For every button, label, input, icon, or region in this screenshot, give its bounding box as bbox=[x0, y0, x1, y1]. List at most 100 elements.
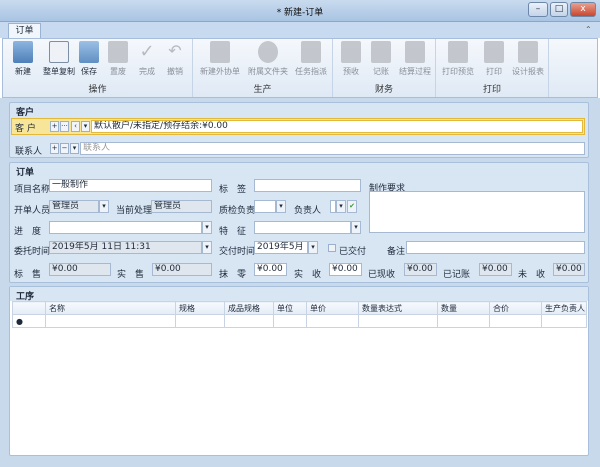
progress-input[interactable] bbox=[49, 221, 202, 234]
table-cell[interactable] bbox=[358, 314, 438, 328]
delivered-checkbox[interactable] bbox=[328, 244, 336, 252]
column-header[interactable]: 数量 bbox=[437, 301, 490, 315]
minimize-button[interactable]: – bbox=[528, 2, 548, 17]
table-row-new[interactable]: ● bbox=[12, 314, 587, 328]
browse-customer-button[interactable]: ··· bbox=[60, 121, 69, 132]
discount-input[interactable]: ¥0.00 bbox=[254, 263, 287, 276]
group-print: 打印预览 打印 设计报表 打印 bbox=[436, 39, 549, 97]
delivery-time-dropdown[interactable]: ▾ bbox=[308, 241, 318, 254]
group-production: 新建外协单 附属文件夹 任务指派 生产 bbox=[193, 39, 333, 97]
delivery-time-input[interactable]: 2019年5月 12 bbox=[254, 241, 308, 254]
column-header[interactable]: 合价 bbox=[489, 301, 542, 315]
creator-input[interactable]: 管理员 bbox=[49, 200, 99, 213]
table-cell[interactable] bbox=[273, 314, 307, 328]
received-input[interactable]: ¥0.00 bbox=[329, 263, 362, 276]
new-icon bbox=[13, 41, 33, 63]
actual-price-label: 实 售 bbox=[117, 270, 145, 280]
remark-label: 备注 bbox=[387, 247, 406, 257]
qc-dropdown[interactable]: ▾ bbox=[276, 200, 286, 213]
project-name-input[interactable]: 一般制作 bbox=[49, 179, 212, 192]
undo-icon: ↶ bbox=[168, 41, 182, 60]
section-header bbox=[10, 287, 588, 301]
customer-label: 客 户 bbox=[15, 124, 36, 134]
ribbon: 新建 整单复制 保存 置废 ✓ 完成 ↶ 撤销 操作 新建外协单 附属文件夹 任务指… bbox=[2, 38, 598, 98]
requirements-textarea[interactable] bbox=[369, 191, 585, 233]
undo-button[interactable]: ↶ 撤销 bbox=[157, 41, 193, 77]
check-icon: ✓ bbox=[139, 41, 155, 62]
tag-label: 标 签 bbox=[219, 185, 247, 195]
commission-time-dropdown[interactable]: ▾ bbox=[202, 241, 212, 254]
column-header[interactable]: 名称 bbox=[45, 301, 176, 315]
contact-input[interactable]: 联系人 bbox=[80, 142, 585, 155]
new-button[interactable]: 新建 bbox=[5, 41, 41, 77]
table-cell[interactable] bbox=[437, 314, 490, 328]
booked-value: ¥0.00 bbox=[479, 263, 512, 276]
maximize-button[interactable]: □ bbox=[550, 2, 568, 17]
section-title: 订单 bbox=[16, 168, 35, 178]
customer-dropdown[interactable]: ▾ bbox=[81, 121, 90, 132]
remove-contact-button[interactable]: − bbox=[60, 143, 69, 154]
customer-input[interactable]: 默认散户/未指定/预存结余:¥0.00 bbox=[91, 120, 583, 133]
column-header[interactable]: 规格 bbox=[175, 301, 225, 315]
actual-price-value: ¥0.00 bbox=[152, 263, 212, 276]
prereceived-label: 已现收 bbox=[368, 270, 396, 280]
table-cell[interactable] bbox=[306, 314, 359, 328]
list-price-label: 标 售 bbox=[14, 270, 42, 280]
qc-input[interactable] bbox=[254, 200, 276, 213]
list-price-value: ¥0.00 bbox=[49, 263, 111, 276]
progress-dropdown[interactable]: ▾ bbox=[202, 221, 212, 234]
prev-customer-button[interactable]: ‹ bbox=[71, 121, 80, 132]
confirm-check-icon[interactable]: ✔ bbox=[347, 200, 357, 213]
void-icon bbox=[108, 41, 128, 63]
feature-dropdown[interactable]: ▾ bbox=[351, 221, 361, 234]
group-label: 打印 bbox=[482, 85, 501, 95]
ledger-icon bbox=[371, 41, 391, 63]
add-contact-button[interactable]: + bbox=[50, 143, 59, 154]
print-button[interactable]: 打印 bbox=[476, 41, 512, 77]
ribbon-tab-row bbox=[0, 22, 600, 38]
close-button[interactable]: x bbox=[570, 2, 596, 17]
attachments-button[interactable]: 附属文件夹 bbox=[245, 41, 291, 77]
group-label: 财务 bbox=[374, 85, 393, 95]
column-header[interactable]: 成品规格 bbox=[224, 301, 274, 315]
feature-input[interactable] bbox=[254, 221, 351, 234]
bookkeeping-button[interactable]: 记账 bbox=[363, 41, 399, 77]
column-header[interactable]: 单价 bbox=[306, 301, 359, 315]
assign-task-button[interactable]: 任务指派 bbox=[291, 41, 331, 77]
table-header: 名称 规格 成品规格 单位 单价 数量表达式 数量 合价 生产负责人 bbox=[12, 301, 587, 315]
table-cell[interactable] bbox=[175, 314, 225, 328]
print-preview-button[interactable]: 打印预览 bbox=[438, 41, 478, 77]
save-icon bbox=[79, 41, 99, 63]
row-indicator-header bbox=[12, 301, 46, 315]
table-cell[interactable] bbox=[45, 314, 176, 328]
table-cell[interactable] bbox=[489, 314, 542, 328]
creator-dropdown[interactable]: ▾ bbox=[99, 200, 109, 213]
new-row-indicator: ● bbox=[12, 314, 46, 328]
tab-order[interactable]: 订单 bbox=[8, 23, 41, 38]
delivered-label: 已交付 bbox=[339, 247, 367, 257]
table-cell[interactable] bbox=[224, 314, 274, 328]
column-header[interactable]: 数量表达式 bbox=[358, 301, 438, 315]
add-customer-button[interactable]: + bbox=[50, 121, 59, 132]
commission-time-input[interactable]: 2019年5月 11日 11:31 bbox=[49, 241, 202, 254]
unpaid-value: ¥0.00 bbox=[553, 263, 585, 276]
speech-bubble-icon bbox=[301, 41, 321, 63]
tag-input[interactable] bbox=[254, 179, 361, 192]
remark-input[interactable] bbox=[406, 241, 585, 254]
table-cell[interactable] bbox=[541, 314, 587, 328]
delivery-time-label: 交付时间 bbox=[219, 247, 256, 257]
column-header[interactable]: 单位 bbox=[273, 301, 307, 315]
new-outsource-button[interactable]: 新建外协单 bbox=[197, 41, 243, 77]
project-name-label: 项目名称 bbox=[14, 185, 51, 195]
settlement-button[interactable]: 结算过程 bbox=[395, 41, 435, 77]
prereceived-value: ¥0.00 bbox=[404, 263, 437, 276]
collapse-ribbon-icon[interactable]: ⌃ bbox=[585, 25, 592, 34]
magnifier-icon bbox=[448, 41, 468, 63]
contact-dropdown[interactable]: ▾ bbox=[70, 143, 79, 154]
owner-dropdown[interactable]: ▾ bbox=[336, 200, 346, 213]
design-report-button[interactable]: 设计报表 bbox=[508, 41, 548, 77]
column-header[interactable]: 生产负责人 bbox=[541, 301, 587, 315]
printer-icon bbox=[484, 41, 504, 63]
owner-label: 负责人 bbox=[294, 206, 322, 216]
commission-time-label: 委托时间 bbox=[14, 247, 51, 257]
